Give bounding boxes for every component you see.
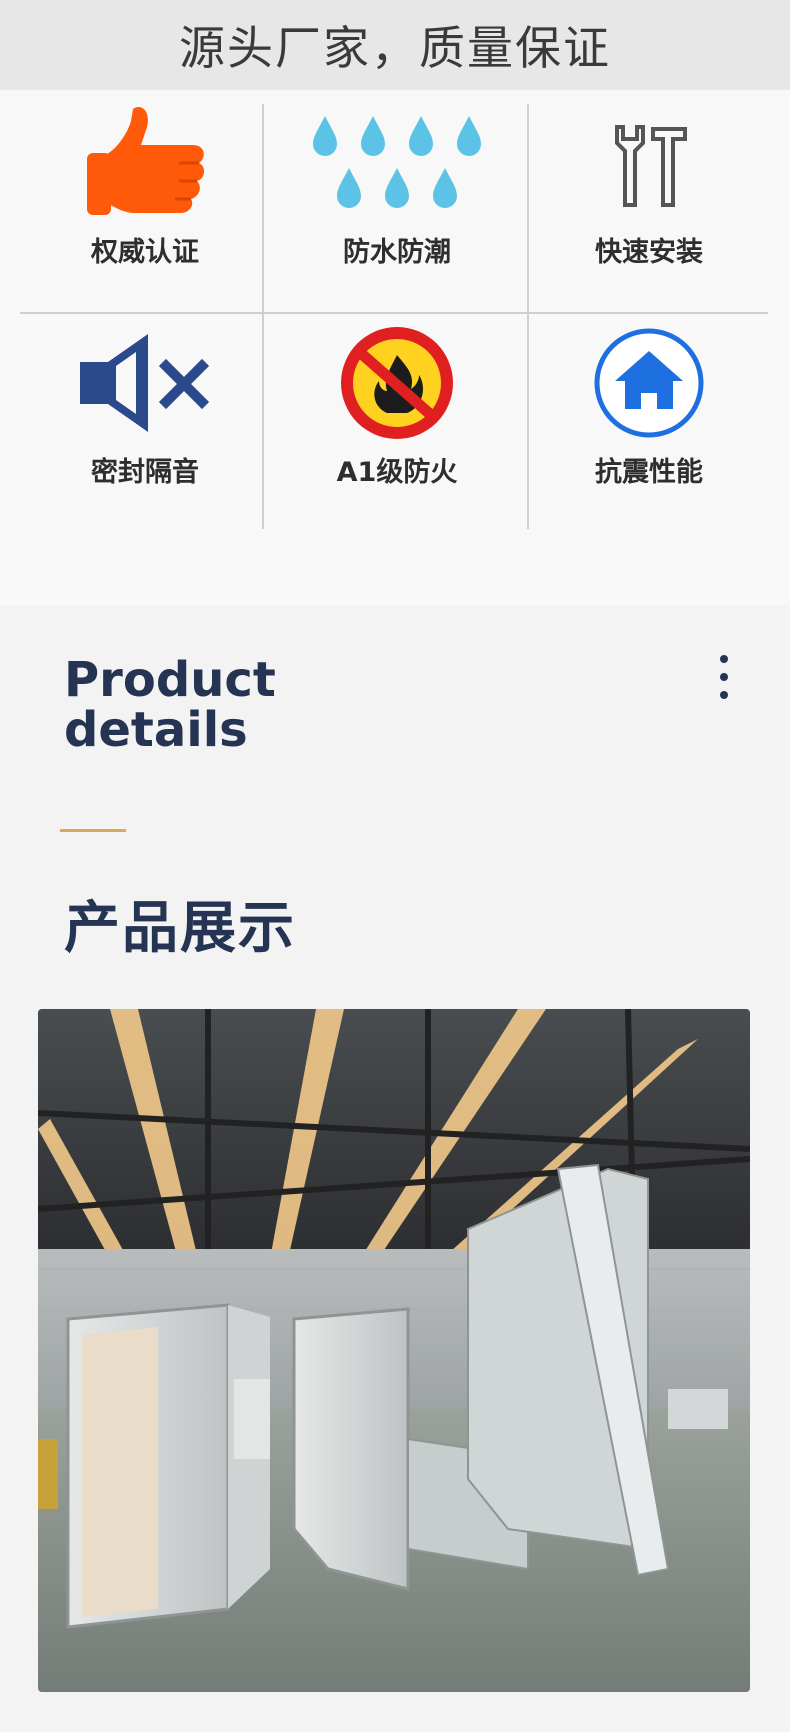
- top-banner: 源头厂家，质量保证: [0, 0, 790, 90]
- product-photo: [38, 1009, 750, 1692]
- title-en-line1: Product: [64, 652, 276, 708]
- mute-speaker-icon: [70, 318, 220, 448]
- feature-waterproof: 防水防潮: [272, 98, 522, 269]
- feature-grid: 权威认证 防水防潮 快速安装 密封隔音 A1级防火 抗震性能: [0, 90, 790, 605]
- feature-label: 抗震性能: [595, 457, 703, 488]
- accent-divider: [60, 829, 126, 832]
- feature-label: 防水防潮: [343, 237, 451, 268]
- feature-label: 密封隔音: [91, 457, 199, 488]
- section-title-cn: 产品展示: [64, 896, 296, 961]
- product-section: Product details 产品展示: [0, 605, 790, 1732]
- feature-quick-install: 快速安装: [524, 98, 774, 269]
- feature-label: 权威认证: [91, 237, 199, 268]
- feature-seismic: 抗震性能: [524, 318, 774, 489]
- feature-a1-fireproof: A1级防火: [272, 318, 522, 489]
- more-options-icon[interactable]: [712, 655, 736, 705]
- water-drops-icon: [307, 98, 487, 228]
- divider: [20, 312, 768, 314]
- feature-label: A1级防火: [336, 457, 458, 488]
- feature-authority-cert: 权威认证: [20, 98, 270, 269]
- thumbs-up-icon: [75, 98, 215, 228]
- no-fire-icon: [335, 318, 459, 448]
- title-en-line2: details: [64, 702, 248, 758]
- feature-label: 快速安装: [595, 237, 703, 268]
- feature-sound-insulation: 密封隔音: [20, 318, 270, 489]
- section-title-en: Product details: [64, 655, 276, 755]
- banner-text: 源头厂家，质量保证: [179, 21, 611, 75]
- home-icon: [591, 318, 707, 448]
- tools-icon: [599, 98, 699, 228]
- page: 源头厂家，质量保证 权威认证 防水防潮 快速安装 密封隔音 A1级防火 抗震性能…: [0, 0, 790, 1732]
